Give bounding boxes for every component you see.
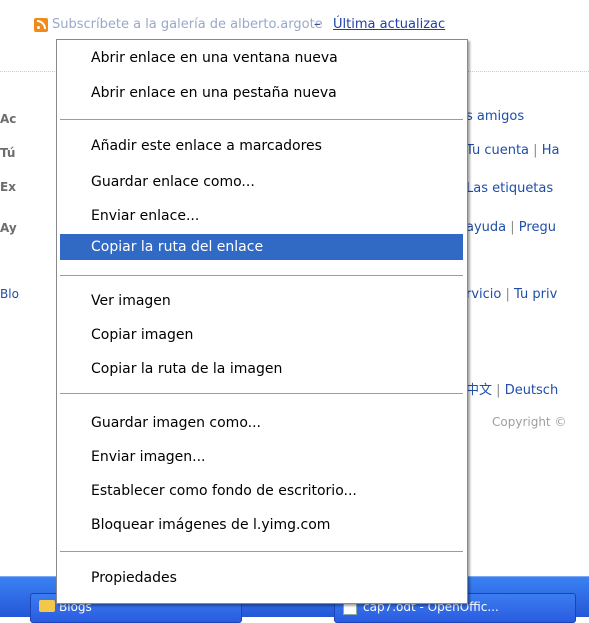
language-link[interactable]: Deutsch bbox=[505, 383, 559, 398]
menu-item-label: Copiar la ruta de la imagen bbox=[91, 361, 283, 377]
menu-separator bbox=[60, 393, 463, 394]
last-update-link[interactable]: Última actualizac bbox=[333, 17, 445, 32]
right-link-row-3: Las etiquetas bbox=[466, 181, 553, 196]
right-link[interactable]: Tu cuenta bbox=[466, 143, 529, 158]
menu-separator bbox=[60, 275, 463, 276]
right-link-row-2: Tu cuenta | Ha bbox=[466, 143, 559, 158]
menu-item-label: Abrir enlace en una pestaña nueva bbox=[91, 85, 337, 101]
folder-icon bbox=[39, 600, 55, 612]
menu-item-label: Abrir enlace en una ventana nueva bbox=[91, 50, 338, 66]
menu-item-label: Copiar imagen bbox=[91, 327, 194, 343]
menu-item-copy-link-location[interactable]: Copiar la ruta del enlace bbox=[60, 234, 463, 260]
right-link-row-5: rvicio | Tu priv bbox=[466, 287, 557, 302]
menu-item-label: Copiar la ruta del enlace bbox=[91, 239, 264, 255]
menu-item-label: Propiedades bbox=[91, 570, 177, 586]
side-label-3: Ex bbox=[0, 180, 16, 194]
menu-item-label: Establecer como fondo de escritorio... bbox=[91, 483, 357, 499]
right-link-row-6: 中文 | Deutsch bbox=[466, 379, 558, 398]
menu-item-label: Bloquear imágenes de l.yimg.com bbox=[91, 517, 331, 533]
menu-item-bookmark-link[interactable]: Añadir este enlace a marcadores bbox=[60, 133, 463, 159]
right-link[interactable]: Las etiquetas bbox=[466, 181, 553, 196]
right-link[interactable]: rvicio bbox=[466, 287, 501, 302]
copyright-text: Copyright © bbox=[492, 415, 567, 429]
right-link[interactable]: Ha bbox=[542, 143, 560, 158]
right-link-row-4: ayuda | Pregu bbox=[466, 220, 556, 235]
menu-item-open-link-new-window[interactable]: Abrir enlace en una ventana nueva bbox=[60, 45, 463, 71]
right-link-row-1: s amigos bbox=[466, 109, 524, 124]
subscribe-link[interactable]: Subscríbete a la galería de alberto.argo… bbox=[52, 17, 323, 32]
link-separator: | bbox=[533, 143, 538, 158]
menu-item-send-link[interactable]: Enviar enlace... bbox=[60, 203, 463, 229]
menu-item-label: Ver imagen bbox=[91, 293, 171, 309]
menu-item-save-link-as[interactable]: Guardar enlace como... bbox=[60, 169, 463, 195]
side-label-4: Ay bbox=[0, 221, 17, 235]
context-menu: Abrir enlace en una ventana nueva Abrir … bbox=[56, 39, 468, 604]
menu-separator bbox=[60, 551, 463, 552]
menu-item-copy-image[interactable]: Copiar imagen bbox=[60, 322, 463, 348]
menu-item-label: Añadir este enlace a marcadores bbox=[91, 138, 322, 154]
rss-icon[interactable] bbox=[34, 18, 48, 32]
menu-item-properties[interactable]: Propiedades bbox=[60, 565, 463, 591]
menu-item-send-image[interactable]: Enviar imagen... bbox=[60, 444, 463, 470]
menu-item-label: Guardar imagen como... bbox=[91, 415, 261, 431]
menu-item-view-image[interactable]: Ver imagen bbox=[60, 288, 463, 314]
menu-item-block-images[interactable]: Bloquear imágenes de l.yimg.com bbox=[60, 512, 463, 538]
right-link[interactable]: s amigos bbox=[466, 109, 524, 124]
menu-item-label: Enviar imagen... bbox=[91, 449, 206, 465]
right-link[interactable]: Pregu bbox=[519, 220, 556, 235]
subscribe-dash: – bbox=[314, 17, 321, 32]
link-separator: | bbox=[505, 287, 510, 302]
link-separator: | bbox=[496, 383, 501, 398]
menu-item-copy-image-location[interactable]: Copiar la ruta de la imagen bbox=[60, 356, 463, 382]
side-label-5[interactable]: Blo bbox=[0, 287, 19, 301]
language-link[interactable]: 中文 bbox=[466, 383, 492, 398]
menu-item-label: Guardar enlace como... bbox=[91, 174, 255, 190]
menu-item-set-desktop-background[interactable]: Establecer como fondo de escritorio... bbox=[60, 478, 463, 504]
right-link[interactable]: Tu priv bbox=[514, 287, 557, 302]
right-link[interactable]: ayuda bbox=[466, 220, 506, 235]
link-separator: | bbox=[510, 220, 515, 235]
menu-item-open-link-new-tab[interactable]: Abrir enlace en una pestaña nueva bbox=[60, 80, 463, 106]
menu-item-label: Enviar enlace... bbox=[91, 208, 200, 224]
menu-item-save-image-as[interactable]: Guardar imagen como... bbox=[60, 410, 463, 436]
side-label-1: Ac bbox=[0, 112, 17, 126]
menu-separator bbox=[60, 119, 463, 120]
side-label-2: Tú bbox=[0, 146, 16, 160]
